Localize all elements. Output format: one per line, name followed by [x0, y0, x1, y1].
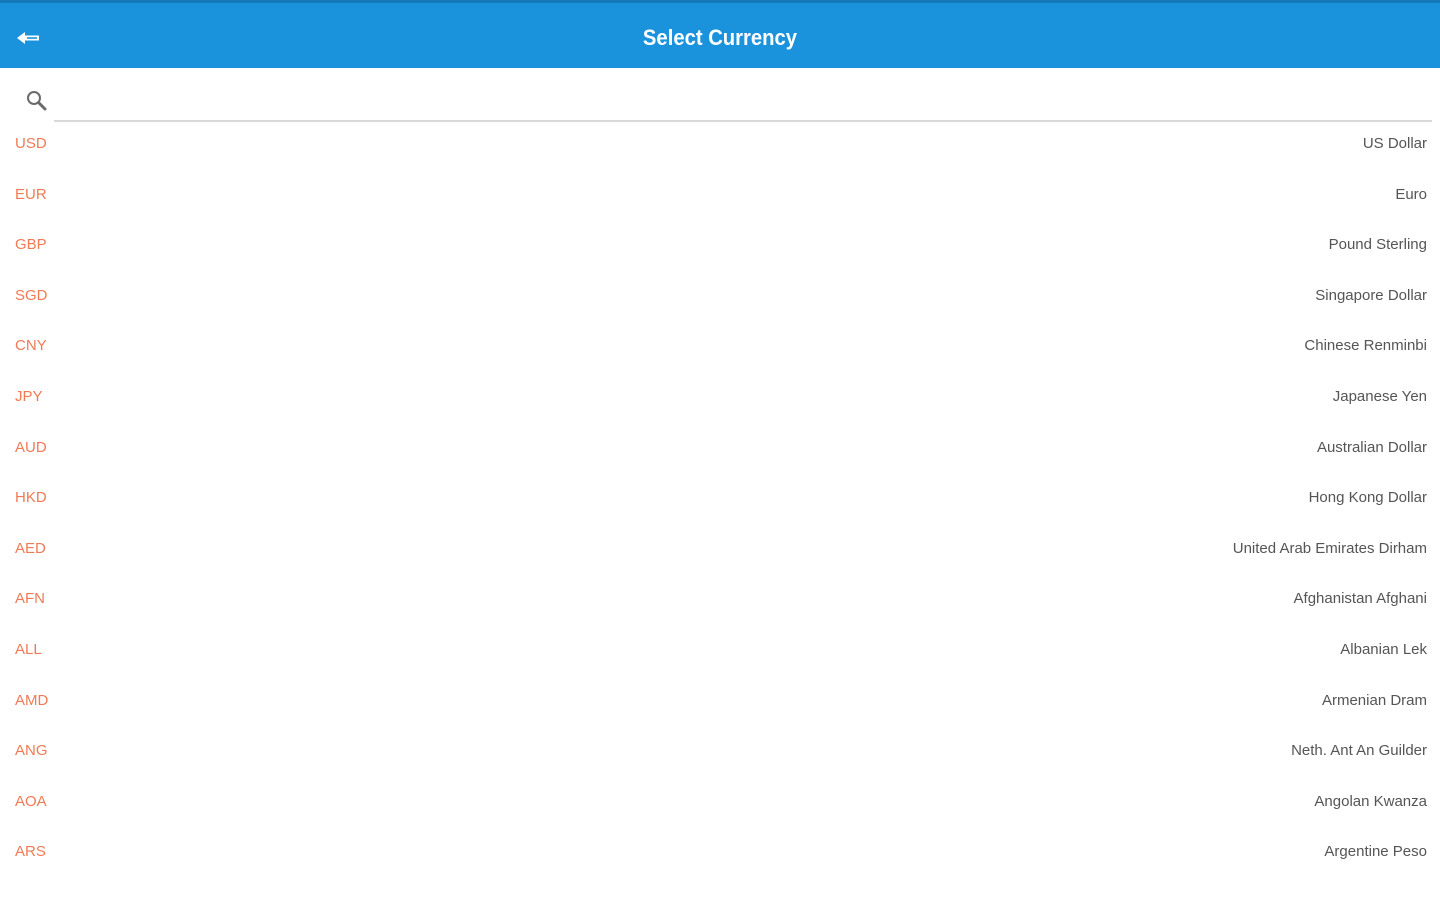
currency-list: USD US Dollar EUR Euro GBP Pound Sterling SGD S…	[0, 119, 1440, 878]
currency-code: JPY	[15, 387, 43, 405]
currency-item-cny[interactable]: CNY Chinese Renminbi	[0, 321, 1440, 372]
currency-item-afn[interactable]: AFN Afghanistan Afghani	[0, 574, 1440, 625]
currency-code: CNY	[15, 337, 47, 355]
currency-name: Hong Kong Dollar	[1308, 489, 1427, 507]
currency-item-amd[interactable]: AMD Armenian Dram	[0, 676, 1440, 727]
app-bar: Select Currency	[0, 0, 1440, 68]
currency-item-usd[interactable]: USD US Dollar	[0, 119, 1440, 170]
currency-name: Neth. Ant An Guilder	[1291, 742, 1427, 760]
currency-item-eur[interactable]: EUR Euro	[0, 170, 1440, 221]
currency-code: AED	[15, 539, 46, 557]
currency-item-aud[interactable]: AUD Australian Dollar	[0, 423, 1440, 474]
currency-code: SGD	[15, 286, 48, 304]
currency-item-aed[interactable]: AED United Arab Emirates Dirham	[0, 524, 1440, 575]
currency-code: AFN	[15, 590, 45, 608]
search-icon	[27, 91, 47, 111]
currency-item-jpy[interactable]: JPY Japanese Yen	[0, 372, 1440, 423]
currency-name: Chinese Renminbi	[1304, 337, 1427, 355]
search-input[interactable]	[54, 82, 1432, 122]
currency-name: Armenian Dram	[1321, 691, 1427, 709]
currency-item-sgd[interactable]: SGD Singapore Dollar	[0, 271, 1440, 322]
currency-name: Pound Sterling	[1328, 236, 1427, 254]
currency-code: ARS	[15, 843, 46, 861]
currency-item-all[interactable]: ALL Albanian Lek	[0, 625, 1440, 676]
currency-name: US Dollar	[1362, 135, 1427, 152]
currency-name: Japanese Yen	[1332, 387, 1427, 405]
currency-code: AMD	[15, 691, 49, 709]
currency-item-aoa[interactable]: AOA Angolan Kwanza	[0, 777, 1440, 828]
page-title: Select Currency	[642, 25, 798, 50]
currency-code: ALL	[15, 640, 42, 658]
currency-name: Euro	[1395, 185, 1427, 203]
currency-item-ang[interactable]: ANG Neth. Ant An Guilder	[0, 726, 1440, 777]
currency-code: HKD	[15, 489, 47, 507]
currency-name: Albanian Lek	[1340, 640, 1427, 658]
currency-name: Singapore Dollar	[1315, 286, 1427, 304]
currency-code: EUR	[15, 185, 47, 203]
currency-code: AOA	[15, 792, 47, 810]
currency-name: Australian Dollar	[1316, 438, 1427, 456]
currency-name: Afghanistan Afghani	[1293, 590, 1427, 608]
currency-item-gbp[interactable]: GBP Pound Sterling	[0, 220, 1440, 271]
currency-code: ANG	[15, 742, 48, 760]
currency-name: United Arab Emirates Dirham	[1232, 539, 1427, 557]
search-bar	[0, 68, 1440, 124]
currency-name: Angolan Kwanza	[1314, 792, 1427, 810]
currency-item-ars[interactable]: ARS Argentine Peso	[0, 827, 1440, 878]
currency-name: Argentine Peso	[1324, 843, 1427, 861]
back-button[interactable]	[10, 23, 46, 53]
currency-code: AUD	[15, 438, 47, 456]
back-arrow-icon	[17, 32, 39, 44]
currency-code: USD	[15, 135, 47, 152]
currency-code: GBP	[15, 236, 47, 254]
currency-item-hkd[interactable]: HKD Hong Kong Dollar	[0, 473, 1440, 524]
